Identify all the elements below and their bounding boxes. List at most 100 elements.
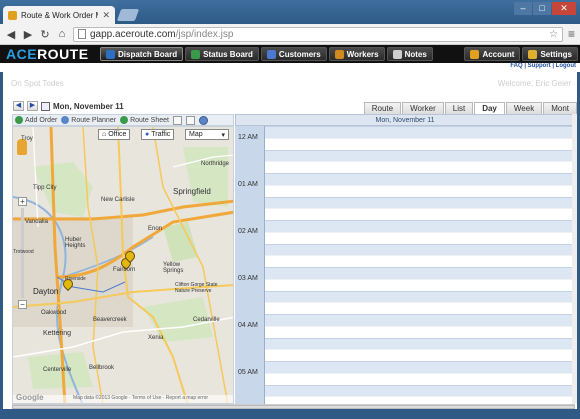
maximize-button[interactable]: □	[533, 2, 551, 15]
nav-label: Status Board	[203, 49, 253, 59]
time-slot[interactable]	[265, 314, 575, 326]
workers-icon	[334, 49, 344, 59]
map-attribution: Map data ©2013 Google · Terms of Use · R…	[13, 395, 233, 403]
office-button[interactable]: ⌂ Office	[98, 129, 131, 140]
tab-week[interactable]: Week	[505, 102, 543, 114]
route-sheet-icon	[120, 116, 129, 124]
back-icon[interactable]: ◀	[5, 28, 17, 41]
map-place: Trotwood	[13, 249, 34, 255]
next-day-button[interactable]: ▶	[27, 101, 38, 111]
nav-label: Settings	[540, 49, 572, 59]
nav-status-board[interactable]: Status Board	[185, 47, 259, 61]
map-type-select[interactable]: Map ▾	[185, 129, 229, 140]
nav-dispatch-board[interactable]: Dispatch Board	[100, 47, 184, 61]
nav-customers[interactable]: Customers	[260, 47, 327, 61]
traffic-button[interactable]: ● Traffic	[141, 129, 175, 140]
calendar-header: Mon, November 11	[235, 114, 575, 126]
time-slot[interactable]	[265, 231, 575, 244]
map-place: Oakwood	[41, 310, 67, 316]
time-slot[interactable]	[265, 208, 575, 220]
prev-day-button[interactable]: ◀	[13, 101, 24, 111]
route-planner-button[interactable]: Route Planner	[61, 116, 116, 124]
map-place: Dayton	[33, 287, 59, 296]
time-slot[interactable]	[265, 149, 575, 162]
url-host: gapp.aceroute.com	[90, 28, 176, 40]
time-slot[interactable]	[265, 278, 575, 291]
route-map[interactable]: ⌂ Office ● Traffic Map ▾ + − Troy Tipp City…	[12, 126, 234, 404]
new-tab-button[interactable]	[116, 9, 140, 21]
calendar-icon[interactable]	[41, 101, 50, 111]
time-slot[interactable]	[265, 267, 575, 279]
map-place: Cedarville	[193, 317, 220, 323]
nav-right: Account Settings	[464, 47, 580, 61]
time-slot[interactable]	[265, 161, 575, 173]
time-slot[interactable]	[265, 243, 575, 256]
horizontal-scrollbar[interactable]	[12, 404, 575, 409]
attribution-text: Map data ©2013 Google · Terms of Use · R…	[73, 395, 209, 401]
time-slot[interactable]	[265, 337, 575, 350]
time-slot[interactable]	[265, 384, 575, 397]
zoom-in-button[interactable]: +	[18, 197, 27, 206]
bookmark-star-icon[interactable]: ☆	[549, 29, 558, 40]
close-window-button[interactable]: ✕	[552, 2, 576, 15]
logo-ace: ACE	[6, 46, 38, 62]
add-order-button[interactable]: Add Order	[15, 116, 57, 124]
tab-title: Route & Work Order Ma…	[21, 10, 98, 20]
time-slot[interactable]	[265, 137, 575, 150]
nav-label: Customers	[278, 49, 321, 59]
time-label: 04 AM	[238, 322, 258, 329]
nav-workers[interactable]: Workers	[328, 47, 385, 61]
home-icon[interactable]: ⌂	[56, 28, 68, 40]
time-slot[interactable]	[265, 196, 575, 209]
office-label: Office	[108, 131, 127, 138]
tab-worker[interactable]: Worker	[402, 102, 444, 114]
tab-day[interactable]: Day	[474, 102, 505, 114]
time-slot[interactable]	[265, 302, 575, 314]
nav-settings[interactable]: Settings	[522, 47, 578, 61]
map-place: Yellow Springs	[163, 262, 184, 274]
reload-icon[interactable]: ↻	[39, 28, 51, 41]
time-slot[interactable]	[265, 126, 575, 138]
time-slot[interactable]	[265, 325, 575, 338]
zoom-out-button[interactable]: −	[18, 300, 27, 309]
scrollbar-thumb[interactable]	[12, 405, 575, 409]
minimize-button[interactable]: –	[514, 2, 532, 15]
map-place: Centerville	[43, 367, 72, 373]
customers-icon	[266, 49, 276, 59]
print-icon[interactable]	[172, 115, 182, 125]
calendar-scrollbar[interactable]	[572, 114, 577, 404]
tab-month[interactable]: Mont	[543, 102, 577, 114]
time-slot[interactable]	[265, 361, 575, 373]
nav-notes[interactable]: Notes	[386, 47, 433, 61]
action-bar: Add Order Route Planner Route Sheet	[12, 114, 234, 126]
tab-close-icon[interactable]: ✕	[102, 10, 110, 21]
google-logo: Google	[16, 393, 44, 402]
help-links[interactable]: FAQ | Support | Logout	[0, 63, 580, 72]
time-slot[interactable]	[265, 255, 575, 267]
time-slot[interactable]	[265, 349, 575, 361]
export-icon[interactable]	[185, 115, 195, 125]
route-sheet-button[interactable]: Route Sheet	[120, 116, 169, 124]
map-place: Tipp City	[33, 185, 57, 191]
time-slot[interactable]	[265, 184, 575, 197]
forward-icon[interactable]: ▶	[22, 28, 34, 41]
tab-route[interactable]: Route	[363, 102, 402, 114]
map-place: Enon	[148, 226, 163, 232]
map-place: Northridge	[201, 161, 230, 167]
map-place: Bellbrook	[89, 365, 115, 371]
browser-toolbar: ◀ ▶ ↻ ⌂ gapp.aceroute.com/jsp/index.jsp …	[0, 24, 580, 45]
address-bar[interactable]: gapp.aceroute.com/jsp/index.jsp ☆	[73, 26, 563, 42]
info-icon[interactable]	[198, 115, 208, 125]
browser-tab[interactable]: Route & Work Order Ma… ✕	[3, 6, 115, 24]
notes-icon	[392, 49, 402, 59]
browser-titlebar: Route & Work Order Ma… ✕ – □ ✕	[0, 0, 580, 24]
nav-account[interactable]: Account	[464, 47, 521, 61]
time-slot[interactable]	[265, 372, 575, 385]
time-slot[interactable]	[265, 290, 575, 303]
time-label: 03 AM	[238, 275, 258, 282]
tab-list[interactable]: List	[444, 102, 474, 114]
time-slot[interactable]	[265, 173, 575, 185]
time-slot[interactable]	[265, 220, 575, 232]
time-slot-grid[interactable]	[265, 126, 575, 408]
browser-menu-icon[interactable]: ≡	[568, 27, 575, 41]
